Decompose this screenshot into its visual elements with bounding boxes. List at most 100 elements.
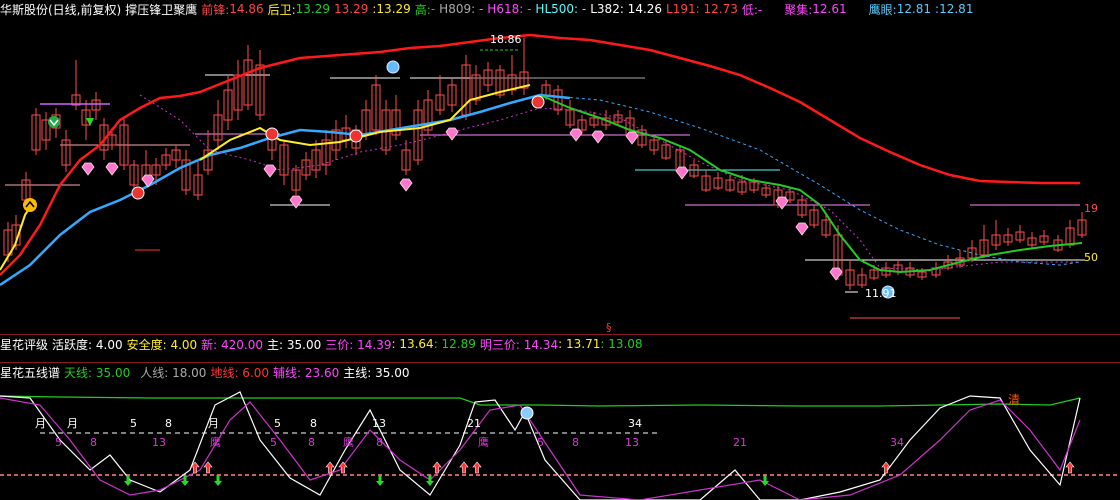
five-line-label-white: 8 bbox=[310, 417, 317, 430]
five-line-label-magenta: 5 bbox=[55, 436, 62, 449]
five-line-title[interactable]: 星花五线谱 bbox=[0, 364, 60, 381]
fu-xian: 辅线: 23.60 bbox=[273, 365, 340, 380]
diamond-icon bbox=[399, 178, 413, 192]
up-arrow-icon bbox=[1065, 461, 1075, 474]
five-line-label-white: 5 bbox=[274, 417, 281, 430]
diamond-icon bbox=[569, 128, 583, 142]
five-line-header: 星花五线谱 天线: 35.00 人线: 18.00 地线: 6.00 辅线: 2… bbox=[0, 363, 1120, 381]
five-line-label-white: 月 bbox=[208, 417, 219, 430]
five-line-label-magenta: 8 bbox=[572, 436, 579, 449]
diamond-icon bbox=[829, 267, 843, 281]
h809: H809: - bbox=[439, 2, 484, 16]
blue-ball-icon bbox=[386, 60, 400, 74]
l191: L191: 12.73 bbox=[666, 2, 738, 16]
five-line-label-white: 月 bbox=[35, 417, 46, 430]
red-ball-icon bbox=[131, 186, 145, 200]
five-line-label-white: 34 bbox=[628, 417, 642, 430]
san-jia-2: : 13.64 bbox=[391, 337, 434, 351]
five-line-label-white: 月 bbox=[67, 417, 78, 430]
up-badge-icon bbox=[23, 198, 37, 212]
ming-san-jia-2: : 13.71 bbox=[558, 337, 601, 351]
diamond-icon bbox=[675, 166, 689, 180]
xin-value: 新: 420.00 bbox=[201, 337, 264, 352]
five-line-label-magenta: 13 bbox=[625, 436, 639, 449]
five-line-label-white: 8 bbox=[165, 417, 172, 430]
diamond-icon bbox=[141, 174, 155, 188]
h618: H618: - bbox=[487, 2, 532, 16]
ming-san-jia-1: 明三价: 14.34 bbox=[479, 337, 559, 352]
diamond-icon bbox=[81, 162, 95, 176]
hou-wei-label: 后卫: bbox=[267, 2, 296, 17]
up-arrow-icon bbox=[203, 461, 213, 474]
gao-value: - bbox=[430, 2, 436, 16]
right-axis-label-top: 19 bbox=[1084, 202, 1098, 215]
star-rating-title[interactable]: 星花评级 bbox=[0, 336, 48, 353]
gao-label: 高: bbox=[414, 2, 431, 17]
tian-xian: 天线: 35.00 bbox=[64, 365, 131, 380]
ju-ji-value: 12.61 bbox=[812, 2, 847, 16]
five-line-label-magenta: 34 bbox=[890, 436, 904, 449]
five-line-arrows bbox=[124, 406, 1075, 486]
hou-wei-value-3: 13.29 bbox=[376, 2, 411, 16]
main-indicator-header: 华斯股份(日线,前复权) 撑压锋卫聚鹰 前锋: 14.86 后卫: 13.29 … bbox=[0, 0, 1120, 18]
huo-yue-du: 活跃度: 4.00 bbox=[52, 337, 123, 352]
up-arrow-icon bbox=[432, 461, 442, 474]
di-xian: 地线: 6.00 bbox=[210, 365, 270, 380]
five-line-label-magenta: 鹰 bbox=[210, 435, 221, 449]
blue-ball-icon bbox=[520, 406, 534, 420]
qing-label: 清 bbox=[1008, 393, 1020, 407]
diamond-icon bbox=[289, 195, 303, 209]
zhu-xian: 主线: 35.00 bbox=[343, 365, 410, 380]
candlesticks bbox=[3, 38, 1087, 290]
red-ball-icon bbox=[349, 129, 363, 143]
hl500: HL500: - bbox=[535, 2, 587, 16]
ju-ji-label: 聚集: bbox=[784, 2, 813, 17]
section-mark: § bbox=[606, 321, 612, 334]
five-line-label-magenta: 8 bbox=[90, 436, 97, 449]
ren-xian: 人线: 18.00 bbox=[140, 365, 207, 380]
stock-title[interactable]: 华斯股份(日线,前复权) bbox=[0, 1, 121, 18]
diamond-icon bbox=[263, 164, 277, 178]
san-jia-3: : 12.89 bbox=[433, 337, 476, 351]
diamond-icon bbox=[445, 127, 459, 141]
hou-wei-value-1: 13.29 bbox=[295, 2, 331, 16]
five-line-label-white: 5 bbox=[130, 417, 137, 430]
right-axis-label-bottom: 50 bbox=[1084, 251, 1098, 264]
hou-wei-value-2: 13.29 bbox=[334, 2, 369, 16]
indicator-name[interactable]: 撑压锋卫聚鹰 bbox=[125, 1, 197, 18]
five-line-label-magenta: 8 bbox=[376, 436, 383, 449]
high-price-marker: 18.86 bbox=[490, 33, 522, 46]
up-arrow-icon bbox=[472, 461, 482, 474]
up-arrow-icon bbox=[459, 461, 469, 474]
support-resistance-lines bbox=[0, 74, 1120, 335]
star-rating-header: 星花评级 活跃度: 4.00 安全度: 4.00 新: 420.00 主: 35… bbox=[0, 335, 1120, 353]
five-line-chart-panel[interactable]: 月月 5 8 月 5 8 13 21 345 8 13 鹰 5 8 鹰 8 鹰 5 8 13 21 34 清 bbox=[0, 381, 1120, 500]
tian-xian-line bbox=[0, 395, 1081, 407]
five-line-label-magenta: 8 bbox=[308, 436, 315, 449]
five-line-label-magenta: 5 bbox=[270, 436, 277, 449]
an-quan-du: 安全度: 4.00 bbox=[126, 337, 198, 352]
l382: L382: 14.26 bbox=[590, 2, 663, 16]
five-line-label-magenta: 13 bbox=[152, 436, 166, 449]
san-jia-1: 三价: 14.39 bbox=[325, 337, 392, 352]
signal-markers bbox=[23, 49, 895, 299]
five-line-label-magenta: 鹰 bbox=[343, 435, 354, 449]
qian-feng-label: 前锋: bbox=[201, 2, 230, 17]
five-line-label-magenta: 21 bbox=[733, 436, 747, 449]
five-line-label-white: 13 bbox=[372, 417, 386, 430]
five-line-label-white: 21 bbox=[467, 417, 481, 430]
red-ball-icon bbox=[531, 95, 545, 109]
candlestick-chart-panel[interactable]: 18.86 11.91 19 50 § bbox=[0, 18, 1120, 335]
down-arrow-icon bbox=[214, 475, 222, 486]
diamond-icon bbox=[105, 162, 119, 176]
qian-feng-value: 14.86 bbox=[229, 2, 264, 16]
ma-yellow-line-2 bbox=[199, 84, 531, 161]
zhu-value: 主: 35.00 bbox=[267, 337, 322, 352]
ming-san-jia-3: : 13.08 bbox=[600, 337, 643, 351]
ying-yan-label: 鹰眼: bbox=[868, 2, 897, 17]
low-price-marker: 11.91 bbox=[865, 287, 897, 300]
five-line-labels: 月月 5 8 月 5 8 13 21 345 8 13 鹰 5 8 鹰 8 鹰 5 8 13 21 34 bbox=[35, 417, 904, 449]
diamond-icon bbox=[591, 130, 605, 144]
ma-dashed-line bbox=[539, 94, 1081, 266]
diamond-icon bbox=[625, 131, 639, 145]
